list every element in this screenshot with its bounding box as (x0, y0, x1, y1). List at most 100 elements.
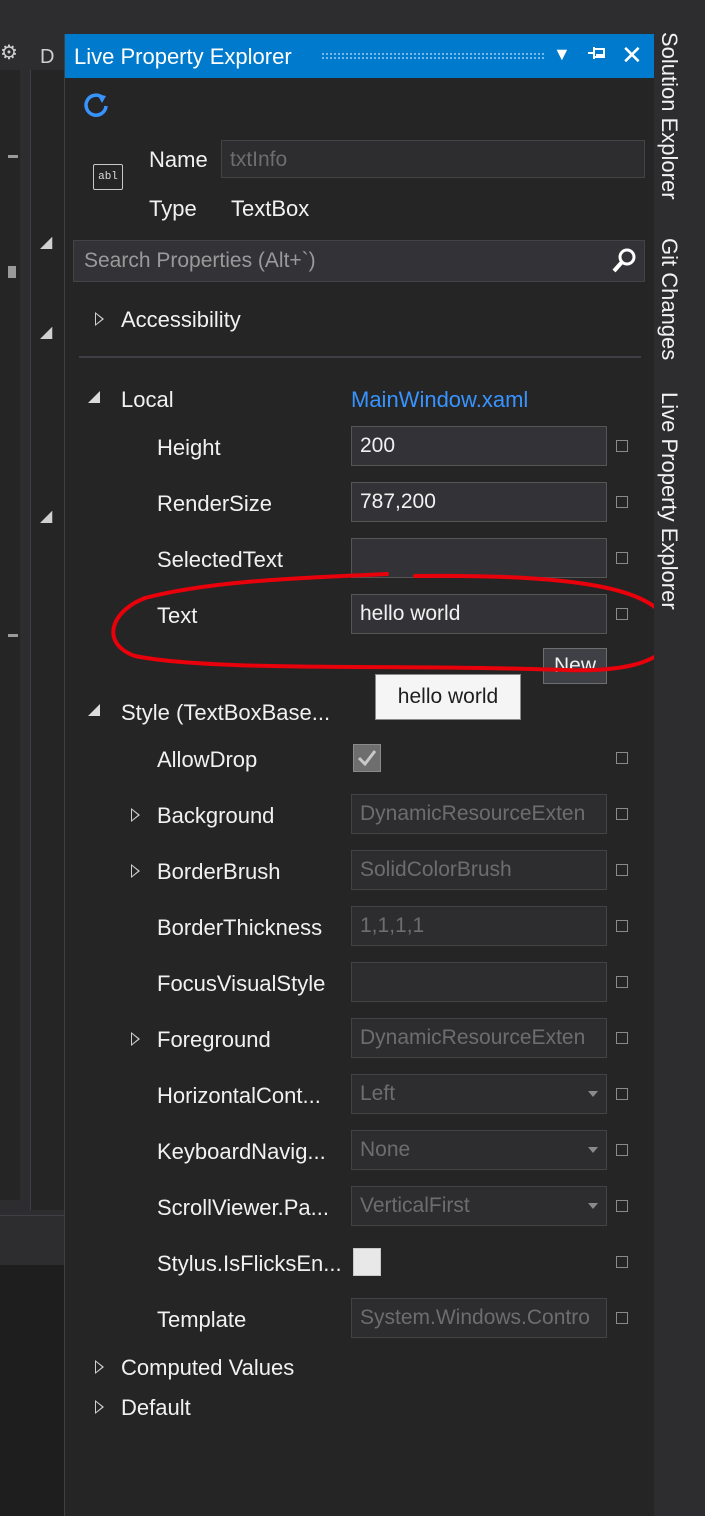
partial-bottom-area (0, 1265, 64, 1516)
section-divider (79, 356, 641, 358)
panel-title: Live Property Explorer (74, 44, 292, 69)
section-default[interactable]: Default (121, 1395, 191, 1421)
selected-value: VerticalFirst (360, 1194, 470, 1217)
name-label: Name (149, 147, 208, 172)
textbox-type-icon: abl (93, 164, 123, 190)
live-property-explorer-panel: Live Property Explorer ▼ ✕ abl Name txtI… (64, 34, 665, 1516)
prop-name-selectedtext: SelectedText (157, 547, 283, 572)
prop-marker-template[interactable] (616, 1312, 628, 1324)
prop-marker-rendersize[interactable] (616, 496, 628, 508)
prop-marker-height[interactable] (616, 440, 628, 452)
prop-name-height: Height (157, 435, 221, 460)
prop-marker-scrollviewer[interactable] (616, 1200, 628, 1212)
prop-name-background: Background (157, 803, 275, 828)
prop-value-template[interactable]: System.Windows.Contro (351, 1298, 607, 1338)
prop-select-scrollviewer[interactable]: VerticalFirst (351, 1186, 607, 1226)
stylusflicks-checkbox[interactable] (353, 1248, 381, 1276)
prop-value-borderthickness[interactable]: 1,1,1,1 (351, 906, 607, 946)
prop-marker-background[interactable] (616, 808, 628, 820)
prop-marker-text[interactable] (616, 608, 628, 620)
prop-marker-borderbrush[interactable] (616, 864, 628, 876)
prop-select-keyboardnavigation[interactable]: None (351, 1130, 607, 1170)
selected-value: Left (360, 1082, 396, 1105)
prop-name-template: Template (157, 1307, 247, 1332)
allowdrop-checkbox[interactable] (353, 744, 381, 772)
prop-name-focusvisualstyle: FocusVisualStyle (157, 971, 326, 996)
value-tooltip: hello world (375, 674, 521, 720)
search-properties-input[interactable]: Search Properties (Alt+`) (73, 240, 645, 282)
prop-name-scrollviewer: ScrollViewer.Pa... (157, 1195, 330, 1220)
checkmark-icon (357, 750, 377, 767)
prop-select-horizontalcontent[interactable]: Left (351, 1074, 607, 1114)
partial-divider (8, 155, 18, 158)
chevron-down-icon (588, 1091, 598, 1097)
chevron-down-icon (588, 1147, 598, 1153)
section-accessibility[interactable]: Accessibility (121, 307, 241, 333)
prop-value-borderbrush[interactable]: SolidColorBrush (351, 850, 607, 890)
side-tab-strip: Solution Explorer Git Changes Live Prope… (654, 0, 705, 1516)
prop-name-rendersize: RenderSize (157, 491, 272, 516)
collapse-arrow-icon[interactable] (87, 703, 101, 717)
prop-marker-allowdrop[interactable] (616, 752, 628, 764)
expand-arrow-icon[interactable] (131, 808, 140, 822)
partial-bottom-bar (0, 1215, 64, 1266)
prop-value-focusvisualstyle[interactable] (351, 962, 607, 1002)
tab-git-changes[interactable]: Git Changes (656, 238, 682, 360)
prop-name-text: Text (157, 603, 198, 628)
collapse-arrow-icon[interactable] (87, 390, 101, 404)
new-button[interactable]: New (543, 648, 607, 684)
type-label: Type (149, 196, 197, 221)
section-computed-values[interactable]: Computed Values (121, 1355, 294, 1381)
tab-solution-explorer[interactable]: Solution Explorer (656, 32, 682, 200)
expand-arrow-icon[interactable] (131, 1032, 140, 1046)
chevron-down-icon (588, 1203, 598, 1209)
prop-value-text[interactable]: hello world (351, 594, 607, 634)
expand-triangle-icon: ◢ (40, 508, 53, 525)
local-source-link[interactable]: MainWindow.xaml (351, 387, 528, 413)
expand-arrow-icon[interactable] (131, 864, 140, 878)
prop-value-selectedtext[interactable] (351, 538, 607, 578)
prop-marker-horizontalcontent[interactable] (616, 1088, 628, 1100)
left-partial-area: ⚙ D ◢ ◢ ◢ (0, 0, 65, 1516)
gear-icon[interactable]: ⚙ (0, 40, 18, 65)
expand-triangle-icon: ◢ (40, 324, 53, 341)
prop-name-stylusflicks: Stylus.IsFlicksEn... (157, 1251, 342, 1276)
name-field[interactable]: txtInfo (221, 140, 645, 178)
prop-name-foreground: Foreground (157, 1027, 271, 1052)
titlebar-grip[interactable] (321, 52, 545, 60)
search-icon[interactable] (610, 247, 638, 275)
prop-value-height[interactable]: 200 (351, 426, 607, 466)
pin-icon[interactable] (585, 41, 609, 71)
partial-divider (8, 634, 18, 637)
section-local[interactable]: Local (121, 387, 174, 413)
prop-marker-borderthickness[interactable] (616, 920, 628, 932)
section-style[interactable]: Style (TextBoxBase... (121, 700, 330, 726)
prop-marker-foreground[interactable] (616, 1032, 628, 1044)
partial-tab-label: D (40, 46, 55, 68)
expand-triangle-icon: ◢ (40, 234, 53, 251)
prop-value-rendersize[interactable]: 787,200 (351, 482, 607, 522)
partial-marker (8, 266, 16, 278)
prop-name-allowdrop: AllowDrop (157, 747, 258, 772)
expand-arrow-icon[interactable] (95, 312, 104, 326)
prop-marker-keyboardnavigation[interactable] (616, 1144, 628, 1156)
prop-name-borderbrush: BorderBrush (157, 859, 281, 884)
selected-value: None (360, 1138, 411, 1161)
refresh-icon[interactable] (81, 90, 111, 120)
panel-titlebar[interactable]: Live Property Explorer ▼ ✕ (65, 34, 655, 78)
search-placeholder: Search Properties (Alt+`) (84, 249, 316, 272)
prop-value-background[interactable]: DynamicResourceExten (351, 794, 607, 834)
prop-marker-selectedtext[interactable] (616, 552, 628, 564)
expand-arrow-icon[interactable] (95, 1400, 104, 1414)
prop-marker-focusvisualstyle[interactable] (616, 976, 628, 988)
prop-name-horizontalcontent: HorizontalCont... (157, 1083, 321, 1108)
prop-marker-stylusflicks[interactable] (616, 1256, 628, 1268)
type-value: TextBox (231, 196, 310, 221)
tab-live-property-explorer[interactable]: Live Property Explorer (656, 392, 682, 610)
prop-name-keyboardnavigation: KeyboardNavig... (157, 1139, 326, 1164)
dropdown-menu-icon[interactable]: ▼ (553, 44, 571, 65)
close-icon[interactable]: ✕ (621, 40, 643, 71)
prop-value-foreground[interactable]: DynamicResourceExten (351, 1018, 607, 1058)
expand-arrow-icon[interactable] (95, 1360, 104, 1374)
prop-name-borderthickness: BorderThickness (157, 915, 323, 940)
